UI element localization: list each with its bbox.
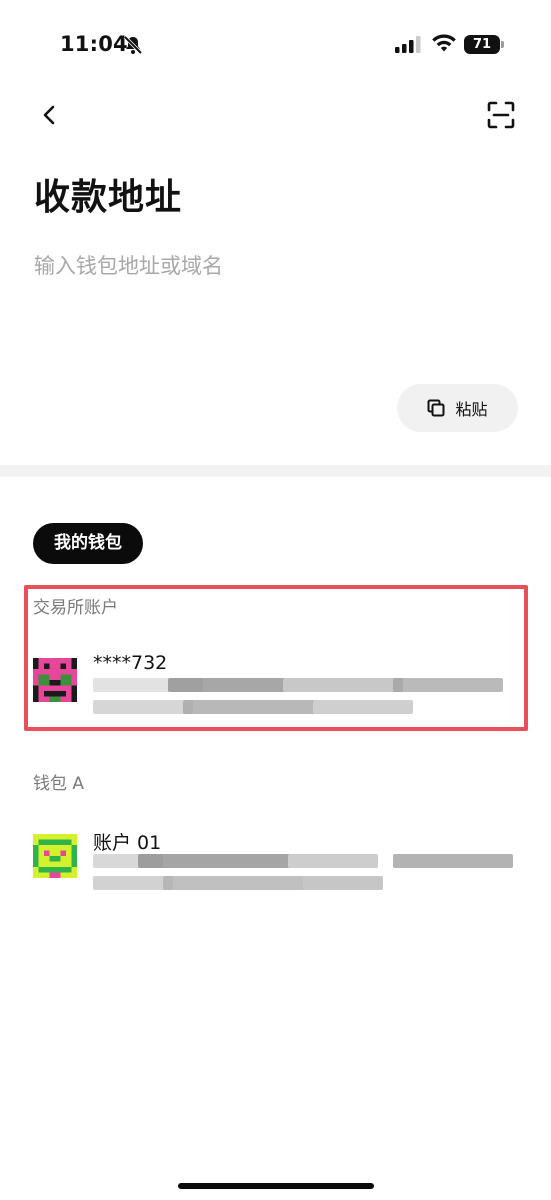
address-blurred-line-1 — [93, 678, 513, 692]
account-avatar — [33, 658, 77, 702]
address-input[interactable] — [34, 246, 514, 286]
battery-icon: 71 — [464, 35, 504, 54]
group-label-exchange: 交易所账户 — [33, 598, 118, 618]
paste-label: 粘贴 — [455, 400, 488, 419]
battery-tip — [501, 41, 504, 48]
home-indicator[interactable] — [178, 1183, 374, 1189]
account-row-exchange[interactable]: ****732 — [33, 652, 523, 728]
address-blurred-line-2 — [93, 876, 513, 890]
copy-icon — [427, 399, 445, 417]
status-bar: 11:04 71 — [0, 0, 551, 90]
account-name: 账户 01 — [93, 832, 162, 854]
battery-level: 71 — [464, 35, 500, 54]
account-row-wallet-a[interactable]: 账户 01 — [33, 832, 523, 904]
paste-button[interactable]: 粘贴 — [397, 384, 518, 432]
wifi-icon — [432, 34, 456, 52]
address-blurred-line-2 — [93, 700, 513, 714]
signal-icon — [395, 36, 421, 53]
tab-my-wallet[interactable]: 我的钱包 — [33, 523, 143, 564]
scan-icon[interactable] — [487, 101, 515, 129]
page-title: 收款地址 — [34, 177, 183, 218]
bell-slash-icon — [123, 35, 143, 55]
address-blurred-line-1 — [93, 854, 513, 868]
account-name: ****732 — [93, 652, 168, 674]
account-avatar — [33, 834, 77, 878]
chevron-left-icon[interactable] — [38, 103, 62, 127]
group-label-wallet-a: 钱包 A — [33, 774, 85, 794]
status-time: 11:04 — [60, 32, 128, 56]
section-divider — [0, 465, 551, 477]
